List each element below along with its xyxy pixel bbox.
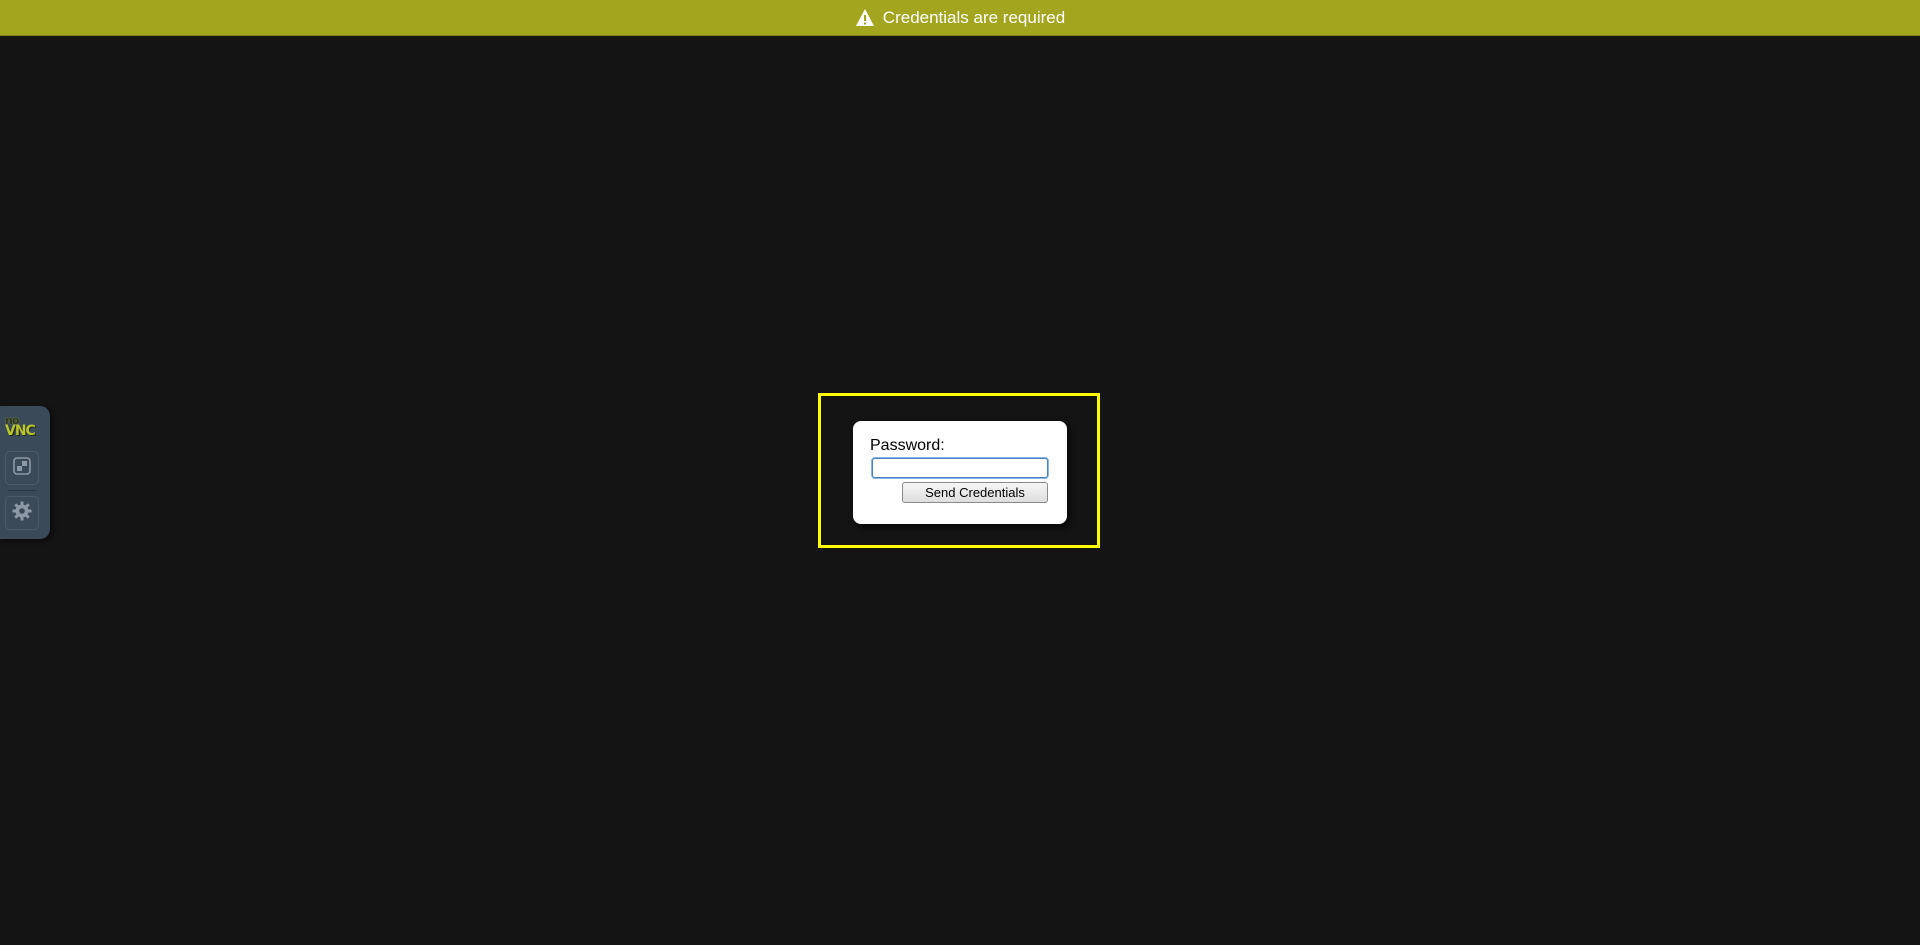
novnc-logo: no VNC [5,415,41,442]
logo-vnc: VNC [5,423,36,439]
settings-button[interactable] [5,496,39,530]
extra-keys-button[interactable] [5,451,39,485]
warning-icon [855,8,875,28]
gear-icon [11,500,33,527]
credentials-dialog: Password: Send Credentials [853,421,1067,524]
control-separator [8,490,36,491]
control-bar: no VNC [0,406,50,539]
send-credentials-button[interactable]: Send Credentials [902,482,1048,503]
password-input[interactable] [872,458,1048,478]
status-bar: Credentials are required [0,0,1920,36]
toggle-extra-keys-icon [12,456,32,481]
status-message: Credentials are required [882,7,1066,27]
password-label: Password: [870,437,945,454]
